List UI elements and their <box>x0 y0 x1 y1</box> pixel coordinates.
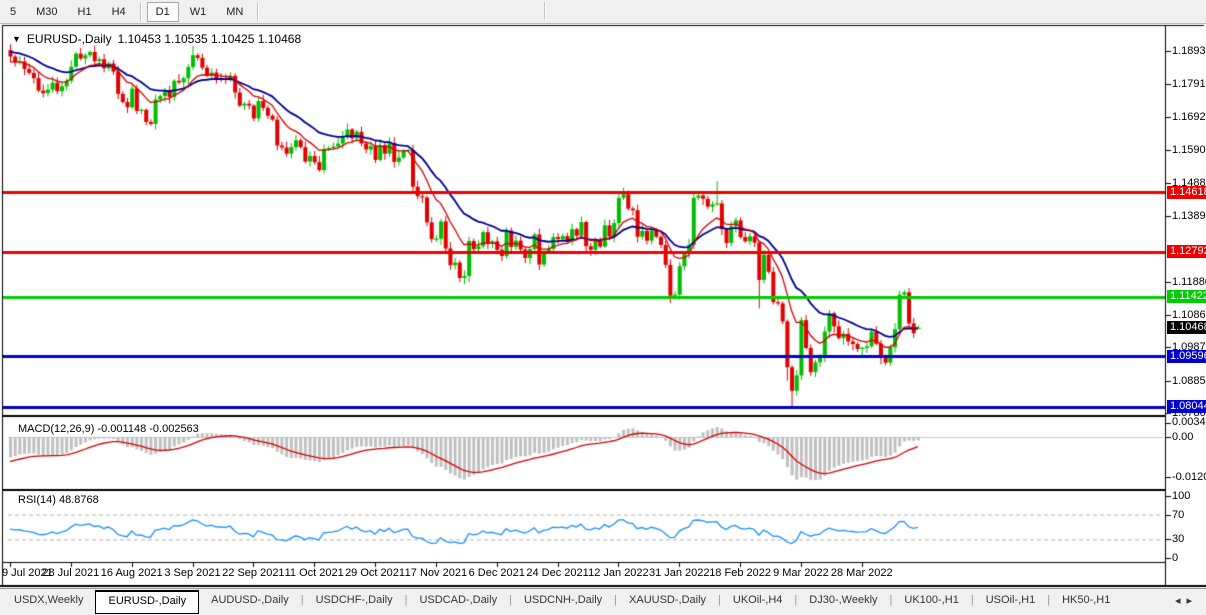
price-axis: 1.189301.179101.169201.159001.148801.138… <box>1166 24 1206 588</box>
symbol-dropdown-icon[interactable]: ▼ <box>12 34 21 44</box>
tab-scroll-arrows: ◂▸ <box>1175 594 1198 607</box>
price-axis-tick: 1.08850 <box>1172 374 1206 387</box>
date-axis-label: 24 Dec 2021 <box>526 567 589 579</box>
price-axis-tick: 1.13890 <box>1172 209 1206 222</box>
tab-uk100-h1[interactable]: UK100-,H1 <box>892 590 970 614</box>
macd-indicator-label: MACD(12,26,9) -0.001148 -0.002563 <box>18 423 199 435</box>
level-price-badge: 1.12792 <box>1167 245 1206 259</box>
date-axis-label: 11 Oct 2021 <box>284 567 344 579</box>
date-axis-label: 28 Jul 2021 <box>42 567 100 579</box>
tab-usdx-weekly[interactable]: USDX,Weekly <box>2 590 95 614</box>
tab-hk50-h1[interactable]: HK50-,H1 <box>1050 590 1122 614</box>
price-axis-tick: 1.15900 <box>1172 144 1206 157</box>
timeframe-button-h1[interactable]: H1 <box>69 2 101 22</box>
timeframe-button-5[interactable]: 5 <box>1 2 25 22</box>
level-price-badge: 1.11422 <box>1167 290 1206 304</box>
level-price-badge: 1.08044 <box>1167 400 1206 414</box>
chart-tabs-bar: USDX,Weekly EURUSD-,Daily AUDUSD-,Daily | US… <box>0 588 1206 615</box>
price-chart-canvas[interactable] <box>0 24 1206 588</box>
chart-window: ▼ EURUSD-,Daily 1.10453 1.10535 1.10425 … <box>0 24 1206 588</box>
timeframe-button-m30[interactable]: M30 <box>27 2 66 22</box>
level-price-badge: 1.09596 <box>1167 349 1206 363</box>
rsi-indicator-label: RSI(14) 48.8768 <box>18 494 99 506</box>
price-axis-tick: 1.10860 <box>1172 308 1206 321</box>
date-axis-label: 28 Mar 2022 <box>830 567 893 579</box>
timeframe-button-w1[interactable]: W1 <box>181 2 216 22</box>
chart-title: ▼ EURUSD-,Daily 1.10453 1.10535 1.10425 … <box>12 32 301 46</box>
tab-usdcnh-daily[interactable]: USDCNH-,Daily <box>512 590 614 614</box>
tab-dj30-weekly[interactable]: DJ30-,Weekly <box>797 590 889 614</box>
date-axis-label: 6 Dec 2021 <box>468 567 525 579</box>
date-axis-label: 31 Jan 2022 <box>648 567 710 579</box>
macd-axis-tick: 0.003408 <box>1172 416 1206 429</box>
date-axis-label: 18 Feb 2022 <box>709 567 771 579</box>
price-axis-tick: 1.16920 <box>1172 110 1206 123</box>
tab-eurusd-daily[interactable]: EURUSD-,Daily <box>95 590 200 614</box>
chart-title-ohlc: 1.10453 1.10535 1.10425 1.10468 <box>117 32 302 46</box>
macd-axis-tick: 0.00 <box>1172 431 1194 443</box>
timeframe-button-mn[interactable]: MN <box>217 2 252 22</box>
chart-tabs: USDX,Weekly EURUSD-,Daily AUDUSD-,Daily | US… <box>2 590 1122 614</box>
price-axis-tick: 1.17910 <box>1172 78 1206 91</box>
date-axis-label: 29 Oct 2021 <box>345 567 405 579</box>
tab-usoil-h1[interactable]: USOil-,H1 <box>974 590 1048 614</box>
rsi-axis-tick: 0 <box>1172 552 1179 564</box>
price-axis-tick: 1.18930 <box>1172 45 1206 57</box>
current-price-badge: 1.10468 <box>1167 321 1206 335</box>
toolbar-separator <box>139 2 142 21</box>
tab-usdcad-daily[interactable]: USDCAD-,Daily <box>407 590 509 614</box>
toolbar-separator <box>257 2 260 21</box>
chart-title-symbol: EURUSD-,Daily <box>26 32 112 46</box>
tab-scroll-right-icon[interactable]: ▸ <box>1186 595 1198 607</box>
rsi-axis-tick: 70 <box>1172 508 1185 521</box>
rsi-axis-tick: 30 <box>1172 533 1185 546</box>
tab-audusd-daily[interactable]: AUDUSD-,Daily <box>199 590 301 614</box>
date-axis-label: 16 Aug 2021 <box>100 567 163 579</box>
timeframe-toolbar: 5 M30 H1 H4 D1 W1 MN <box>0 0 1206 24</box>
date-axis-label: 22 Sep 2021 <box>222 567 285 579</box>
rsi-axis-tick: 100 <box>1172 490 1191 502</box>
timeframe-button-d1[interactable]: D1 <box>146 1 179 22</box>
price-axis-tick: 1.11880 <box>1172 275 1206 288</box>
tab-ukoil-h4[interactable]: UKOil-,H4 <box>721 590 795 614</box>
date-axis-label: 3 Sep 2021 <box>164 567 221 579</box>
date-axis-label: 9 Mar 2022 <box>773 567 829 579</box>
tab-scroll-left-icon[interactable]: ◂ <box>1175 595 1187 607</box>
level-price-badge: 1.14618 <box>1167 185 1206 199</box>
tab-xauusd-daily[interactable]: XAUUSD-,Daily <box>617 590 718 614</box>
timeframe-button-h4[interactable]: H4 <box>103 2 135 22</box>
date-axis-label: 17 Nov 2021 <box>404 567 468 579</box>
macd-axis-tick: -0.01205 <box>1172 471 1206 483</box>
tab-usdchf-daily[interactable]: USDCHF-,Daily <box>304 590 405 614</box>
date-axis: 9 Jul 2021 28 Jul 2021 16 Aug 2021 3 Sep 20… <box>0 564 1164 586</box>
date-axis-label: 12 Jan 2022 <box>588 567 649 579</box>
toolbar-separator <box>544 2 546 20</box>
trading-terminal: 5 M30 H1 H4 D1 W1 MN ▼ EURUSD-,Daily 1.10453 1… <box>0 0 1206 615</box>
